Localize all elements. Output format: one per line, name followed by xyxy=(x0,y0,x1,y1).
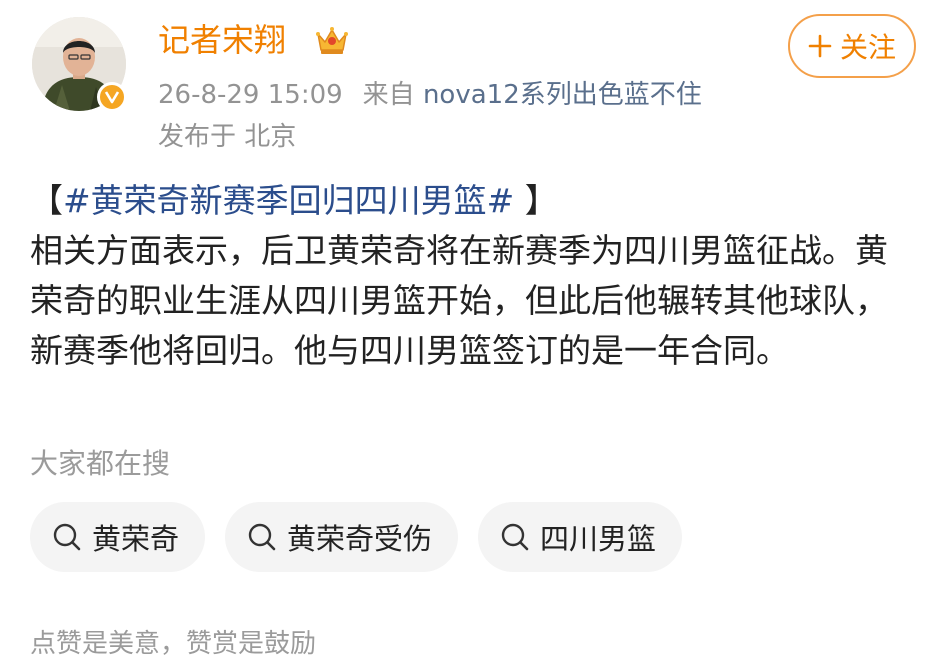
search-chip[interactable]: 黄荣奇 xyxy=(30,502,206,572)
verified-v-icon xyxy=(104,91,120,104)
author-name[interactable]: 记者宋翔 xyxy=(158,18,286,62)
trending-searches-title: 大家都在搜 xyxy=(30,447,171,480)
search-chip-label: 黄荣奇 xyxy=(92,522,180,556)
plus-icon xyxy=(808,34,832,58)
reward-prompt: 点赞是美意，赞赏是鼓励 xyxy=(30,629,317,659)
post-location: 发布于 北京 xyxy=(158,122,297,152)
search-chip-label: 四川男篮 xyxy=(540,522,657,556)
post-body: 【#黄荣奇新赛季回归四川男篮# 】 相关方面表示，后卫黄荣奇将在新赛季为四川男篮… xyxy=(30,176,920,376)
search-chip[interactable]: 黄荣奇受伤 xyxy=(225,502,459,572)
topic-line: 【#黄荣奇新赛季回归四川男篮# 】 xyxy=(30,176,920,226)
topic-bracket-close: 】 xyxy=(514,181,558,220)
topic-link[interactable]: #黄荣奇新赛季回归四川男篮# xyxy=(63,181,514,220)
follow-button[interactable]: 关注 xyxy=(788,14,916,78)
post-meta: 26-8-29 15:09 来自 nova12系列出色蓝不住 xyxy=(158,77,702,113)
follow-label: 关注 xyxy=(839,31,896,64)
device-link[interactable]: nova12系列出色蓝不住 xyxy=(423,80,702,110)
search-chip-label: 黄荣奇受伤 xyxy=(287,522,433,556)
source-prefix: 来自 xyxy=(362,80,415,110)
search-chip[interactable]: 四川男篮 xyxy=(478,502,683,572)
post-timestamp: 26-8-29 15:09 xyxy=(158,80,343,110)
post-text: 相关方面表示，后卫黄荣奇将在新赛季为四川男篮征战。黄荣奇的职业生涯从四川男篮开始… xyxy=(30,231,888,370)
search-icon xyxy=(501,523,529,551)
search-icon xyxy=(53,523,81,551)
search-icon xyxy=(248,523,276,551)
verified-badge xyxy=(97,82,127,112)
topic-bracket-open: 【 xyxy=(30,181,63,220)
crown-icon xyxy=(316,27,348,54)
search-chips: 黄荣奇 黄荣奇受伤 四川男篮 xyxy=(30,502,683,572)
